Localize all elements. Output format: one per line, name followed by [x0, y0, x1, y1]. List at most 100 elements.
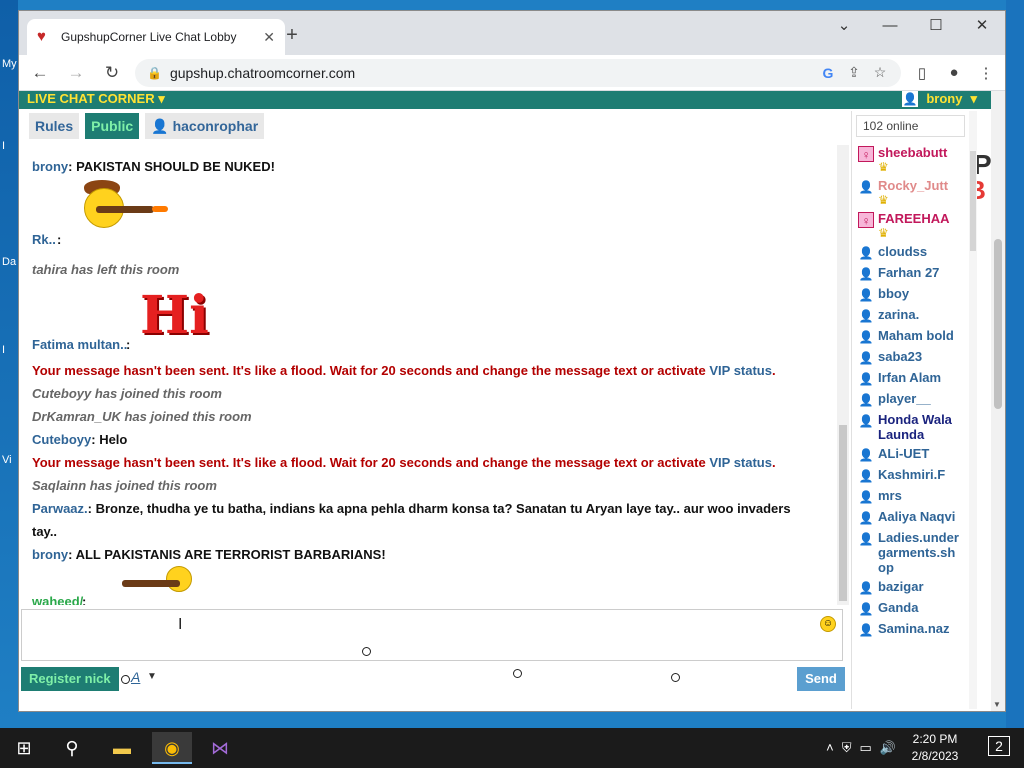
top-nav: LIVE CHAT CORNER ▾ 👤 brony ▾: [19, 91, 991, 109]
lock-icon[interactable]: 🔒: [147, 66, 162, 80]
brand-menu[interactable]: LIVE CHAT CORNER ▾: [27, 91, 165, 107]
windows-start-icon[interactable]: ⊞: [4, 732, 44, 764]
google-lens-icon[interactable]: G: [819, 65, 837, 81]
security-icon[interactable]: ⛨: [842, 740, 852, 756]
desktop-icon-label[interactable]: I: [2, 344, 5, 356]
user-item[interactable]: 👤 player__: [852, 389, 969, 410]
desktop-icon-label[interactable]: I: [2, 140, 5, 152]
user-list-scrollbar[interactable]: [969, 111, 977, 709]
user-item[interactable]: 👤 Kashmiri.F: [852, 465, 969, 486]
scrollbar-thumb[interactable]: [994, 239, 1002, 409]
register-nick-button[interactable]: Register nick: [21, 667, 119, 691]
network-icon[interactable]: ▭: [860, 740, 872, 756]
tab-search-icon[interactable]: ⌄: [821, 11, 867, 41]
message-scrollbar[interactable]: [837, 145, 849, 605]
user-item[interactable]: 👤 saba23: [852, 347, 969, 368]
user-name: bazigar: [878, 579, 924, 594]
warning-text: Your message hasn't been sent. It's like…: [32, 363, 706, 378]
visual-studio-icon[interactable]: ⋈: [200, 732, 240, 764]
desktop-icon-label[interactable]: Vi: [2, 454, 12, 466]
reload-icon[interactable]: ↻: [99, 63, 125, 83]
side-panel-icon[interactable]: ▯: [911, 64, 933, 82]
user-item[interactable]: 👤 ALi-UET: [852, 444, 969, 465]
page-scrollbar[interactable]: ▼: [991, 91, 1005, 711]
chevron-up-icon[interactable]: ˄: [826, 740, 834, 756]
search-icon[interactable]: ⚲: [52, 732, 92, 764]
system-tray: ˄ ⛨ ▭ 🔊: [826, 740, 896, 756]
share-icon[interactable]: ⇪: [845, 64, 863, 81]
user-name: player__: [878, 391, 931, 406]
nick-colon: :: [57, 232, 62, 247]
message-nick[interactable]: Rk..: [32, 228, 56, 251]
user-item[interactable]: 👤 Rocky_Jutt ♛: [852, 176, 969, 209]
chrome-icon[interactable]: ◉: [152, 732, 192, 764]
menu-kebab-icon[interactable]: ⋮: [975, 64, 997, 82]
user-item[interactable]: 👤 bazigar: [852, 577, 969, 598]
vip-status-link[interactable]: VIP status: [709, 455, 772, 470]
emoji-picker-icon[interactable]: ☺: [820, 616, 836, 632]
user-item[interactable]: 👤 Ganda: [852, 598, 969, 619]
user-item[interactable]: 👤 Samina.naz: [852, 619, 969, 640]
back-arrow-icon[interactable]: ←: [27, 63, 53, 83]
user-name: Honda Wala Launda: [878, 412, 952, 442]
brand-name: LIVE CHAT CORNER: [27, 91, 155, 106]
nick-colon: :: [82, 594, 87, 605]
font-style-button[interactable]: A: [131, 669, 140, 685]
taskbar-clock[interactable]: 2:20 PM 2/8/2023: [904, 731, 966, 765]
user-item[interactable]: 👤 cloudss: [852, 242, 969, 263]
tab-rules[interactable]: Rules: [29, 113, 80, 139]
user-item[interactable]: 👤 Ladies.undergarments.shop: [852, 528, 969, 577]
address-bar-row: ← → ↻ 🔒 gupshup.chatroomcorner.com G ⇪ ☆…: [19, 55, 1005, 91]
tab-public[interactable]: Public: [85, 113, 140, 139]
chat-message: brony: ALL PAKISTANIS ARE TERRORIST BARB…: [32, 547, 386, 562]
message-nick[interactable]: Cuteboyy: [32, 432, 91, 447]
message-nick[interactable]: Fatima multan..: [32, 333, 127, 356]
chat-message: Cuteboyy: Helo: [32, 432, 128, 447]
user-item[interactable]: 👤 Farhan 27: [852, 263, 969, 284]
send-button[interactable]: Send: [797, 667, 845, 691]
close-window-button[interactable]: ✕: [959, 11, 1005, 41]
close-tab-icon[interactable]: ✕: [263, 29, 275, 46]
scrollbar-thumb[interactable]: [970, 151, 976, 251]
user-item[interactable]: ♀ FAREEHAA ♛: [852, 209, 969, 242]
bookmark-star-icon[interactable]: ☆: [871, 64, 889, 81]
user-item[interactable]: 👤 Aaliya Naqvi: [852, 507, 969, 528]
omnibox[interactable]: 🔒 gupshup.chatroomcorner.com G ⇪ ☆: [135, 58, 901, 87]
user-item[interactable]: ♀ sheebabutt ♛: [852, 143, 969, 176]
user-item[interactable]: 👤 bboy: [852, 284, 969, 305]
vip-status-link[interactable]: VIP status: [709, 363, 772, 378]
message-nick[interactable]: waheed/: [32, 590, 83, 605]
desktop-icon-label[interactable]: Da: [2, 256, 16, 268]
user-item[interactable]: 👤 mrs: [852, 486, 969, 507]
user-item[interactable]: 👤 Irfan Alam: [852, 368, 969, 389]
url-text[interactable]: gupshup.chatroomcorner.com: [170, 65, 811, 81]
minimize-button[interactable]: —: [867, 11, 913, 41]
tab-private-chat[interactable]: 👤 haconrophar: [145, 113, 265, 139]
volume-icon[interactable]: 🔊: [880, 740, 896, 756]
maximize-button[interactable]: ☐: [913, 11, 959, 41]
warning-text: Your message hasn't been sent. It's like…: [32, 455, 706, 470]
user-item[interactable]: 👤 zarina.: [852, 305, 969, 326]
user-item[interactable]: 👤 Maham bold: [852, 326, 969, 347]
message-nick[interactable]: brony: [32, 547, 68, 562]
profile-avatar-icon[interactable]: ●: [943, 64, 965, 81]
desktop-icon-label[interactable]: My: [2, 58, 17, 70]
message-input[interactable]: [22, 610, 842, 660]
message-nick[interactable]: Parwaaz.: [32, 501, 88, 516]
browser-tab[interactable]: ♥ GupshupCorner Live Chat Lobby ✕: [27, 19, 285, 55]
scrollbar-thumb[interactable]: [839, 425, 847, 601]
user-menu[interactable]: 👤 brony ▾: [902, 91, 977, 107]
forward-arrow-icon[interactable]: →: [63, 63, 89, 83]
chevron-down-icon[interactable]: ▼: [147, 671, 157, 682]
user-name: FAREEHAA: [878, 211, 950, 226]
notification-center-icon[interactable]: 2: [988, 736, 1010, 756]
user-avatar-icon: 👤: [858, 393, 874, 407]
scroll-down-arrow-icon[interactable]: ▼: [993, 700, 1001, 709]
new-tab-button[interactable]: +: [281, 24, 303, 47]
user-name: sheebabutt: [878, 145, 948, 160]
message-nick[interactable]: brony: [32, 159, 68, 174]
user-item[interactable]: 👤 Honda Wala Launda: [852, 410, 969, 444]
user-avatar-icon: 👤: [858, 372, 874, 386]
person-icon: 👤: [151, 118, 169, 134]
file-explorer-icon[interactable]: ▬: [102, 732, 142, 764]
